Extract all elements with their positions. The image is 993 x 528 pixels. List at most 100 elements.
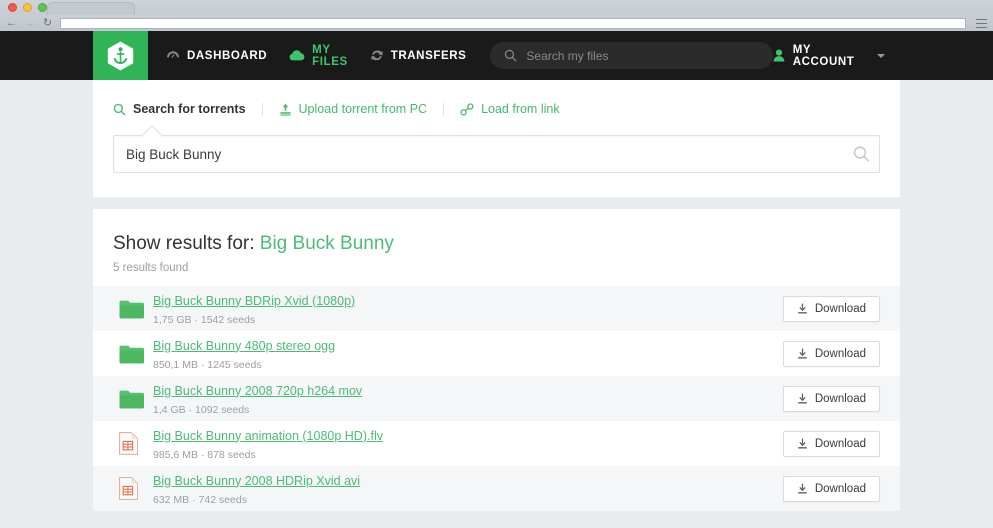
user-icon [773,49,785,62]
nav-item-my-files-label: MY FILES [312,43,348,68]
tab-search-for-torrents[interactable]: Search for torrents [113,102,246,116]
minimize-window-button[interactable] [23,3,32,12]
result-title-link[interactable]: Big Buck Bunny 2008 720p h264 mov [153,384,362,398]
address-bar[interactable] [60,17,966,29]
forward-arrow-icon[interactable]: → [24,17,35,29]
torrent-search-field-wrapper [113,125,880,173]
anchor-logo-icon [107,41,134,70]
browser-tab[interactable] [47,2,135,15]
browser-chrome: ← → ↻ [0,0,993,31]
tab-upload-torrent-from-pc[interactable]: Upload torrent from PC [279,102,428,116]
chevron-down-icon [877,53,885,58]
result-title-link[interactable]: Big Buck Bunny animation (1080p HD).flv [153,429,383,443]
download-icon [797,483,808,495]
browser-tabstrip [0,0,993,15]
download-button-label: Download [814,392,866,405]
tab-divider [443,102,445,116]
result-title-link[interactable]: Big Buck Bunny 2008 HDRip Xvid avi [153,474,360,488]
result-row[interactable]: Big Buck Bunny 2008 HDRip Xvid avi 632 M… [93,466,900,511]
nav-item-transfers[interactable]: TRANSFERS [370,49,467,62]
result-meta: 1,4 GB · 1092 seeds [153,403,250,416]
results-title-prefix: Show results for: [113,233,260,254]
video-file-icon [119,432,153,455]
torrent-search-submit-button[interactable] [853,146,870,163]
tab-search-for-torrents-label: Search for torrents [133,102,246,116]
search-icon [504,49,517,62]
download-icon [797,393,808,405]
search-icon [853,146,870,163]
download-icon [797,348,808,360]
tab-load-from-link[interactable]: Load from link [460,102,560,116]
folder-icon [119,389,153,409]
result-meta: 985,6 MB · 878 seeds [153,448,256,461]
result-row[interactable]: Big Buck Bunny 2008 720p h264 mov 1,4 GB… [93,376,900,421]
folder-icon [119,344,153,364]
dashboard-icon [166,50,180,62]
download-button-label: Download [814,347,866,360]
global-search[interactable] [490,42,773,69]
download-icon [797,303,808,315]
result-info: Big Buck Bunny 2008 720p h264 mov 1,4 GB… [153,382,783,416]
nav-item-dashboard[interactable]: DASHBOARD [166,50,267,62]
search-source-tabs: Search for torrents Upload torrent from … [113,102,880,116]
download-button[interactable]: Download [782,385,880,412]
primary-nav: DASHBOARD MY FILES TRANSFERS [148,31,466,80]
results-query: Big Buck Bunny [259,233,394,254]
result-title-link[interactable]: Big Buck Bunny BDRip Xvid (1080p) [153,294,355,308]
result-info: Big Buck Bunny BDRip Xvid (1080p) 1,75 G… [153,292,783,326]
nav-item-transfers-label: TRANSFERS [390,49,467,62]
back-arrow-icon[interactable]: ← [6,17,17,29]
result-row[interactable]: Big Buck Bunny animation (1080p HD).flv … [93,421,900,466]
result-meta: 632 MB · 742 seeds [153,493,247,506]
close-window-button[interactable] [8,3,17,12]
torrent-search-input[interactable] [113,135,880,173]
global-search-input[interactable] [526,48,759,63]
upload-icon [279,103,292,116]
result-info: Big Buck Bunny animation (1080p HD).flv … [153,427,783,461]
results-list: Big Buck Bunny BDRip Xvid (1080p) 1,75 G… [93,286,900,511]
download-button[interactable]: Download [782,295,880,322]
download-button-label: Download [814,437,866,450]
maximize-window-button[interactable] [38,3,47,12]
result-meta: 1,75 GB · 1542 seeds [153,313,256,326]
video-file-icon [119,477,153,500]
tab-load-from-link-label: Load from link [481,102,560,116]
result-info: Big Buck Bunny 480p stereo ogg 850,1 MB … [153,337,783,371]
result-row[interactable]: Big Buck Bunny 480p stereo ogg 850,1 MB … [93,331,900,376]
download-button[interactable]: Download [782,340,880,367]
download-button-label: Download [814,302,866,315]
tab-upload-torrent-from-pc-label: Upload torrent from PC [298,102,428,116]
reload-icon[interactable]: ↻ [42,17,53,29]
torrent-search-panel: Search for torrents Upload torrent from … [93,80,900,198]
browser-navbar: ← → ↻ [0,15,993,31]
download-button[interactable]: Download [782,475,880,502]
result-meta: 850,1 MB · 1245 seeds [153,358,262,371]
nav-item-my-files[interactable]: MY FILES [289,44,348,68]
results-header: Show results for: Big Buck Bunny 5 resul… [93,209,900,286]
download-icon [797,438,808,450]
account-menu[interactable]: MY ACCOUNT [773,44,993,68]
download-button[interactable]: Download [782,430,880,457]
download-button-label: Download [814,482,866,495]
site-logo[interactable] [93,31,148,80]
sync-icon [370,49,384,62]
folder-icon [119,299,153,319]
page-content: Search for torrents Upload torrent from … [0,80,993,528]
results-title: Show results for: Big Buck Bunny [113,233,880,255]
result-title-link[interactable]: Big Buck Bunny 480p stereo ogg [153,339,335,353]
results-count: 5 results found [113,262,189,274]
hamburger-menu-icon[interactable] [976,18,987,28]
panel-gap [93,198,900,209]
account-menu-label: MY ACCOUNT [792,43,855,68]
tab-divider [261,102,263,116]
cloud-icon [289,50,305,61]
site-header: DASHBOARD MY FILES TRANSFERS Search my f… [0,31,993,80]
result-info: Big Buck Bunny 2008 HDRip Xvid avi 632 M… [153,472,783,506]
nav-item-dashboard-label: DASHBOARD [187,49,268,62]
page-viewport: DASHBOARD MY FILES TRANSFERS Search my f… [0,31,993,528]
result-row[interactable]: Big Buck Bunny BDRip Xvid (1080p) 1,75 G… [93,286,900,331]
link-icon [460,102,474,116]
window-controls[interactable] [8,3,47,12]
search-results-panel: Show results for: Big Buck Bunny 5 resul… [93,209,900,511]
search-icon [113,103,126,116]
